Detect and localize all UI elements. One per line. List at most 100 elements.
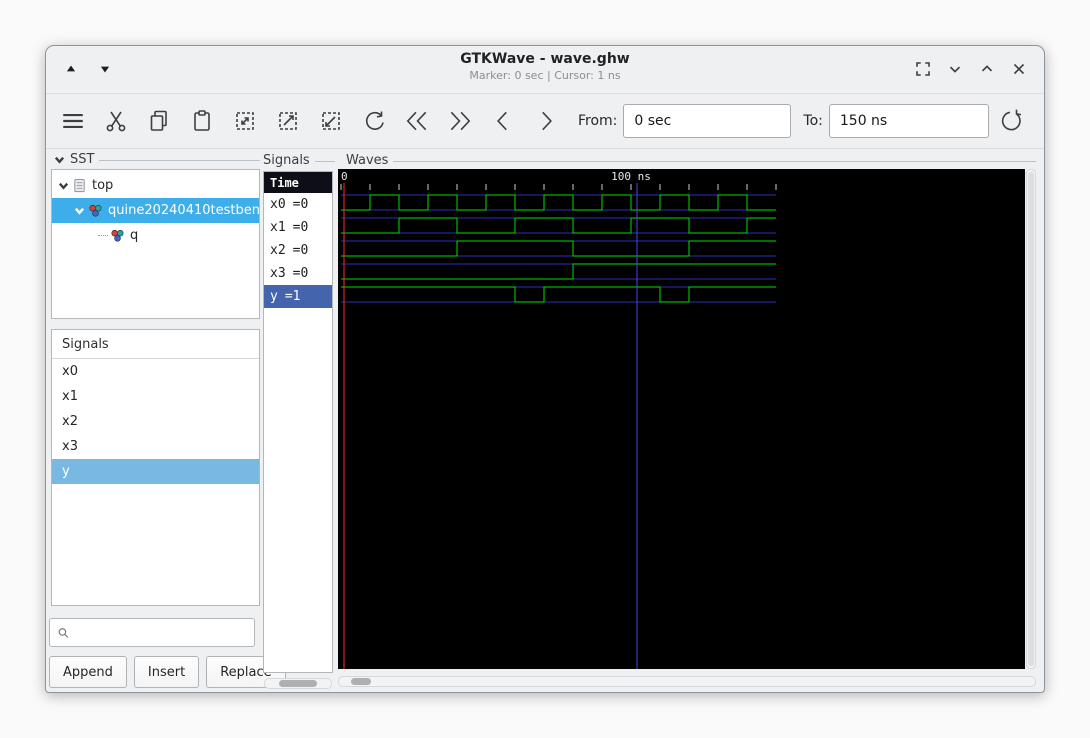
signal-list-item-x2[interactable]: x2 bbox=[52, 409, 259, 434]
search-input[interactable] bbox=[74, 624, 254, 641]
chevron-up-icon bbox=[978, 60, 996, 78]
signal-label: x2 bbox=[62, 414, 78, 429]
undo-icon bbox=[362, 109, 386, 133]
signal-list-item-x0[interactable]: x0 bbox=[52, 359, 259, 384]
wave-v-scrollbar[interactable] bbox=[1026, 169, 1036, 669]
close-icon bbox=[1010, 60, 1028, 78]
module-icon bbox=[111, 229, 124, 242]
chevron-down-icon bbox=[946, 60, 964, 78]
trace-name-y[interactable]: y =1 bbox=[264, 285, 332, 308]
trace-name-x2[interactable]: x2 =0 bbox=[264, 239, 332, 262]
signal-list-item-x3[interactable]: x3 bbox=[52, 434, 259, 459]
minimize-button[interactable] bbox=[944, 58, 966, 80]
toolbar: From: To: bbox=[46, 93, 1044, 149]
shade-up-button[interactable] bbox=[60, 58, 82, 80]
chevron-right-icon bbox=[533, 108, 559, 134]
signal-label: y bbox=[62, 464, 70, 479]
waveform-display: 0 100 ns bbox=[340, 170, 777, 669]
chevron-left-icon bbox=[490, 108, 516, 134]
expander-chevron-icon[interactable] bbox=[74, 205, 85, 216]
to-input[interactable] bbox=[828, 103, 989, 138]
tree-item-label: quine20240410testbench bbox=[108, 203, 259, 218]
window-title: GTKWave - wave.ghw bbox=[460, 51, 630, 67]
module-icon bbox=[89, 204, 102, 217]
next-edge-button[interactable] bbox=[531, 106, 561, 136]
wave-canvas[interactable]: 0 100 ns bbox=[338, 169, 1025, 669]
svg-text:100 ns: 100 ns bbox=[611, 170, 651, 183]
trace-name-x3[interactable]: x3 =0 bbox=[264, 262, 332, 285]
signal-label: x3 bbox=[62, 439, 78, 454]
main-content: SST top quine20240410testbench q Signals bbox=[46, 149, 1044, 692]
hamburger-menu-icon bbox=[60, 108, 86, 134]
search-icon bbox=[58, 627, 69, 638]
sst-frame-label: SST bbox=[54, 152, 260, 167]
wave-h-scrollbar-thumb[interactable] bbox=[351, 678, 371, 685]
signals-list-header: Signals bbox=[52, 330, 259, 359]
signal-names-panel: Time x0 =0 x1 =0 x2 =0 x3 =0 y =1 bbox=[263, 171, 333, 673]
window-subtitle: Marker: 0 sec | Cursor: 1 ns bbox=[469, 69, 621, 82]
signals-panel-header: Signals bbox=[263, 153, 310, 168]
previous-edge-button[interactable] bbox=[488, 106, 518, 136]
document-icon bbox=[74, 178, 85, 193]
fullscreen-button[interactable] bbox=[912, 58, 934, 80]
triangle-down-icon bbox=[100, 66, 110, 73]
signal-search-box[interactable] bbox=[49, 618, 255, 647]
titlebar[interactable]: GTKWave - wave.ghw Marker: 0 sec | Curso… bbox=[46, 46, 1044, 94]
wave-h-scrollbar[interactable] bbox=[338, 676, 1036, 687]
append-button[interactable]: Append bbox=[49, 656, 127, 688]
gtkwave-window: GTKWave - wave.ghw Marker: 0 sec | Curso… bbox=[45, 45, 1045, 693]
cut-button[interactable] bbox=[101, 106, 131, 136]
tree-item-top[interactable]: top bbox=[52, 173, 259, 198]
copy-button[interactable] bbox=[144, 106, 174, 136]
shade-down-button[interactable] bbox=[94, 58, 116, 80]
zoom-out-button[interactable] bbox=[316, 106, 346, 136]
time-header[interactable]: Time bbox=[264, 172, 332, 193]
expander-chevron-icon[interactable] bbox=[58, 180, 69, 191]
wave-v-scrollbar-thumb[interactable] bbox=[1028, 172, 1034, 666]
zoom-fit-button[interactable] bbox=[230, 106, 260, 136]
reload-icon bbox=[997, 108, 1023, 134]
sst-signals-panel: Signals x0 x1 x2 x3 y bbox=[51, 329, 260, 606]
from-label: From: bbox=[578, 112, 618, 129]
tree-item-q[interactable]: q bbox=[52, 223, 259, 248]
trace-name-x1[interactable]: x1 =0 bbox=[264, 216, 332, 239]
collapse-chevron-icon[interactable] bbox=[54, 154, 65, 165]
paste-button[interactable] bbox=[187, 106, 217, 136]
fullscreen-icon bbox=[914, 60, 932, 78]
sst-buttons: Append Insert Replace bbox=[49, 656, 286, 688]
signal-list-item-x1[interactable]: x1 bbox=[52, 384, 259, 409]
clipboard-icon bbox=[190, 109, 214, 133]
go-to-start-button[interactable] bbox=[402, 106, 432, 136]
from-input[interactable] bbox=[623, 103, 792, 138]
triangle-up-icon bbox=[66, 65, 76, 72]
svg-text:0: 0 bbox=[341, 170, 348, 183]
undo-button[interactable] bbox=[359, 106, 389, 136]
menu-button[interactable] bbox=[58, 106, 88, 136]
copy-icon bbox=[147, 109, 171, 133]
maximize-button[interactable] bbox=[976, 58, 998, 80]
sst-tree-panel: top quine20240410testbench q bbox=[51, 169, 260, 319]
tree-item-testbench[interactable]: quine20240410testbench bbox=[52, 198, 259, 223]
tree-connector bbox=[98, 235, 108, 236]
signal-label: x0 bbox=[62, 364, 78, 379]
names-h-scrollbar[interactable] bbox=[264, 678, 332, 689]
signal-list-item-y[interactable]: y bbox=[52, 459, 259, 484]
zoom-in-button[interactable] bbox=[273, 106, 303, 136]
tree-item-label: top bbox=[92, 178, 114, 193]
zoom-fit-icon bbox=[233, 109, 257, 133]
trace-name-x0[interactable]: x0 =0 bbox=[264, 193, 332, 216]
names-h-scrollbar-thumb[interactable] bbox=[279, 680, 317, 687]
insert-button[interactable]: Insert bbox=[133, 656, 200, 688]
tree-item-label: q bbox=[130, 228, 139, 243]
double-chevron-right-icon bbox=[447, 108, 473, 134]
close-button[interactable] bbox=[1008, 58, 1030, 80]
go-to-end-button[interactable] bbox=[445, 106, 475, 136]
waves-panel-header: Waves bbox=[346, 153, 389, 168]
signal-label: x1 bbox=[62, 389, 78, 404]
scissors-icon bbox=[104, 109, 128, 133]
to-label: To: bbox=[803, 112, 823, 129]
signals-frame-label: Signals bbox=[263, 153, 335, 168]
reload-button[interactable] bbox=[995, 106, 1025, 136]
waves-frame-label: Waves bbox=[346, 153, 1036, 168]
double-chevron-left-icon bbox=[404, 108, 430, 134]
